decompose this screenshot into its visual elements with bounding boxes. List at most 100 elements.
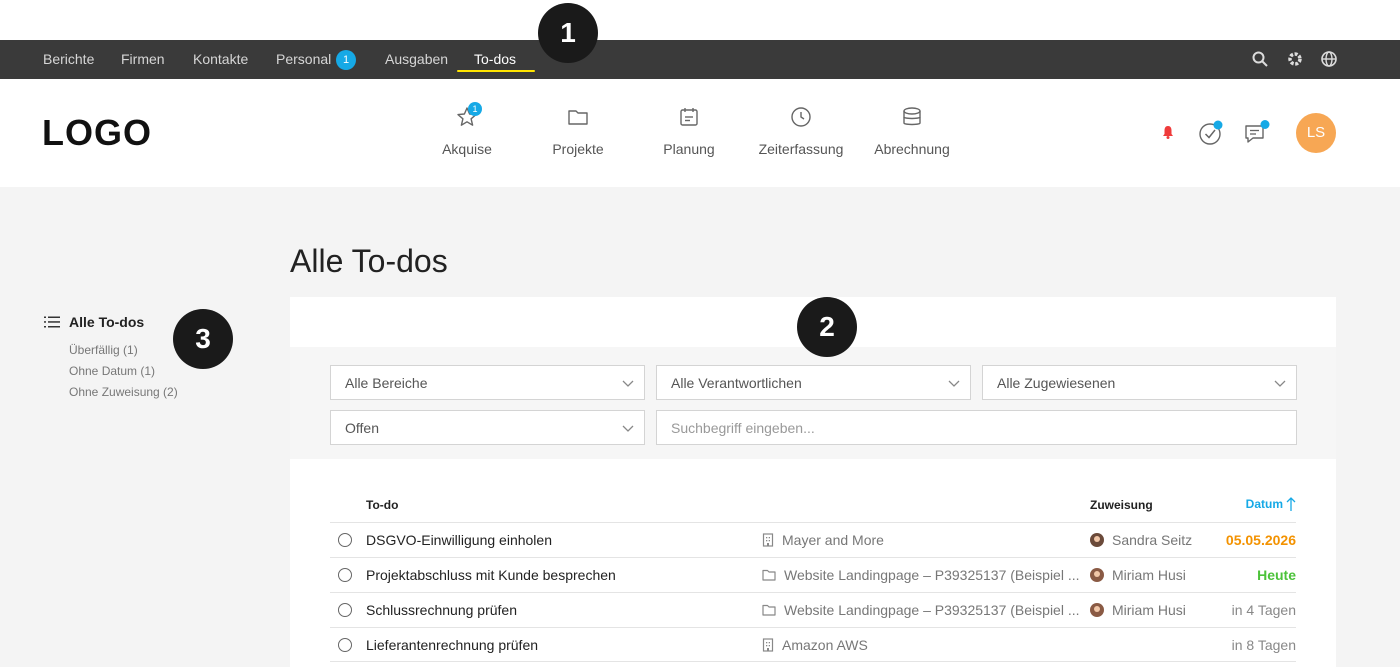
todo-context-label: Mayer and More xyxy=(782,532,884,548)
chevron-down-icon xyxy=(622,425,634,432)
todo-context[interactable]: Mayer and More xyxy=(762,532,884,548)
todo-context-label: Website Landingpage – P39325137 (Beispie… xyxy=(784,602,1080,618)
chevron-down-icon xyxy=(622,380,634,387)
akquise-badge: 1 xyxy=(468,102,482,116)
table-row[interactable]: Projektabschluss mit Kunde besprechen We… xyxy=(330,557,1296,592)
sidebar-item-label: Alle To-dos xyxy=(69,314,145,330)
module-abrechnung[interactable]: Abrechnung xyxy=(872,105,952,157)
gear-icon[interactable] xyxy=(1286,50,1304,68)
complete-checkbox[interactable] xyxy=(338,603,352,617)
search-input[interactable]: Suchbegriff eingeben... xyxy=(656,410,1297,445)
avatar xyxy=(1090,603,1104,617)
callout-marker-1: 1 xyxy=(538,3,598,63)
list-icon xyxy=(44,316,60,328)
sidebar-item-ueberfaellig[interactable]: Überfällig (1) xyxy=(69,343,178,357)
chevron-down-icon xyxy=(948,380,960,387)
nav-kontakte[interactable]: Kontakte xyxy=(193,51,248,67)
sidebar-item-ohne-zuweisung[interactable]: Ohne Zuweisung (2) xyxy=(69,385,178,399)
todo-context[interactable]: Amazon AWS xyxy=(762,637,868,653)
todo-context[interactable]: Website Landingpage – P39325137 (Beispie… xyxy=(762,567,1080,583)
active-tab-underline xyxy=(457,70,535,72)
avatar xyxy=(1090,533,1104,547)
folder-icon xyxy=(762,604,776,616)
top-spacer xyxy=(0,0,1400,40)
module-label: Akquise xyxy=(442,141,492,157)
module-label: Abrechnung xyxy=(874,141,950,157)
filter-bar: Alle Bereiche Alle Verantwortlichen Alle… xyxy=(290,347,1336,459)
status-select[interactable]: Offen xyxy=(330,410,645,445)
module-label: Zeiterfassung xyxy=(758,141,844,157)
complete-checkbox[interactable] xyxy=(338,533,352,547)
status-select-value: Offen xyxy=(345,420,379,436)
todo-context-label: Amazon AWS xyxy=(782,637,868,653)
sidebar: Alle To-dos Überfällig (1) Ohne Datum (1… xyxy=(44,314,178,399)
avatar xyxy=(1090,568,1104,582)
todo-assignee-name: Miriam Husi xyxy=(1112,602,1186,618)
todo-date: Heute xyxy=(1257,567,1296,583)
bell-icon[interactable] xyxy=(1160,124,1176,140)
module-zeiterfassung[interactable]: Zeiterfassung xyxy=(756,105,846,157)
calendar-icon xyxy=(680,108,698,126)
sidebar-item-alle-todos[interactable]: Alle To-dos xyxy=(44,314,178,330)
todo-title[interactable]: Lieferantenrechnung prüfen xyxy=(366,637,538,653)
nav-firmen[interactable]: Firmen xyxy=(121,51,165,67)
folder-icon xyxy=(762,569,776,581)
globe-icon[interactable] xyxy=(1320,50,1338,68)
table-row[interactable]: Lieferantenrechnung prüfen Amazon AWS in… xyxy=(330,627,1296,662)
column-header-todo[interactable]: To-do xyxy=(366,498,398,512)
callout-marker-2: 2 xyxy=(797,297,857,357)
todo-date: 05.05.2026 xyxy=(1225,532,1296,548)
chevron-down-icon xyxy=(1274,380,1286,387)
todo-date: in 4 Tagen xyxy=(1231,602,1296,618)
verantwortliche-select-value: Alle Verantwortlichen xyxy=(671,375,802,391)
module-akquise[interactable]: 1 Akquise xyxy=(437,102,497,157)
zugewiesene-select-value: Alle Zugewiesenen xyxy=(997,375,1116,391)
todo-assignee[interactable]: Miriam Husi xyxy=(1090,567,1186,583)
todo-title[interactable]: DSGVO-Einwilligung einholen xyxy=(366,532,552,548)
check-circle-icon[interactable] xyxy=(1198,120,1224,146)
callout-marker-3: 3 xyxy=(173,309,233,369)
bereiche-select-value: Alle Bereiche xyxy=(345,375,428,391)
todo-title[interactable]: Projektabschluss mit Kunde besprechen xyxy=(366,567,616,583)
chat-icon[interactable] xyxy=(1243,120,1271,146)
personal-badge: 1 xyxy=(336,50,356,70)
logo[interactable]: LOGO xyxy=(42,112,152,154)
avatar[interactable]: LS xyxy=(1296,113,1336,153)
zugewiesene-select[interactable]: Alle Zugewiesenen xyxy=(982,365,1297,400)
complete-checkbox[interactable] xyxy=(338,638,352,652)
todo-title[interactable]: Schlussrechnung prüfen xyxy=(366,602,517,618)
search-icon[interactable] xyxy=(1251,50,1269,68)
column-header-datum[interactable]: Datum xyxy=(1246,496,1296,512)
table-row[interactable]: DSGVO-Einwilligung einholen Mayer and Mo… xyxy=(330,522,1296,557)
database-icon xyxy=(903,107,921,126)
module-label: Projekte xyxy=(552,141,604,157)
bereiche-select[interactable]: Alle Bereiche xyxy=(330,365,645,400)
verantwortliche-select[interactable]: Alle Verantwortlichen xyxy=(656,365,971,400)
module-planung[interactable]: Planung xyxy=(659,105,719,157)
sidebar-item-ohne-datum[interactable]: Ohne Datum (1) xyxy=(69,364,178,378)
complete-checkbox[interactable] xyxy=(338,568,352,582)
todo-assignee[interactable]: Miriam Husi xyxy=(1090,602,1186,618)
module-projekte[interactable]: Projekte xyxy=(548,105,608,157)
page-title: Alle To-dos xyxy=(290,243,448,279)
building-icon xyxy=(762,638,774,652)
app-header: LOGO 1 Akquise Projekte Planung Zeiterfa… xyxy=(0,79,1400,187)
nav-personal[interactable]: Personal xyxy=(276,51,331,67)
todo-date: in 8 Tagen xyxy=(1231,637,1296,653)
building-icon xyxy=(762,533,774,547)
todo-assignee-name: Sandra Seitz xyxy=(1112,532,1193,548)
todo-assignee[interactable]: Sandra Seitz xyxy=(1090,532,1192,548)
nav-ausgaben[interactable]: Ausgaben xyxy=(385,51,448,67)
todo-context-label: Website Landingpage – P39325137 (Beispie… xyxy=(784,567,1080,583)
sort-ascending-icon xyxy=(1286,497,1296,511)
todo-assignee-name: Miriam Husi xyxy=(1112,567,1186,583)
clock-icon xyxy=(791,107,811,127)
nav-todos[interactable]: To-dos xyxy=(474,51,516,67)
todo-context[interactable]: Website Landingpage – P39325137 (Beispie… xyxy=(762,602,1080,618)
column-header-zuweisung[interactable]: Zuweisung xyxy=(1090,498,1153,512)
folder-icon xyxy=(568,110,588,125)
top-navigation: Berichte Firmen Kontakte Personal 1 Ausg… xyxy=(0,40,1400,79)
nav-berichte[interactable]: Berichte xyxy=(43,51,94,67)
column-header-datum-label: Datum xyxy=(1245,497,1283,511)
table-row[interactable]: Schlussrechnung prüfen Website Landingpa… xyxy=(330,592,1296,627)
